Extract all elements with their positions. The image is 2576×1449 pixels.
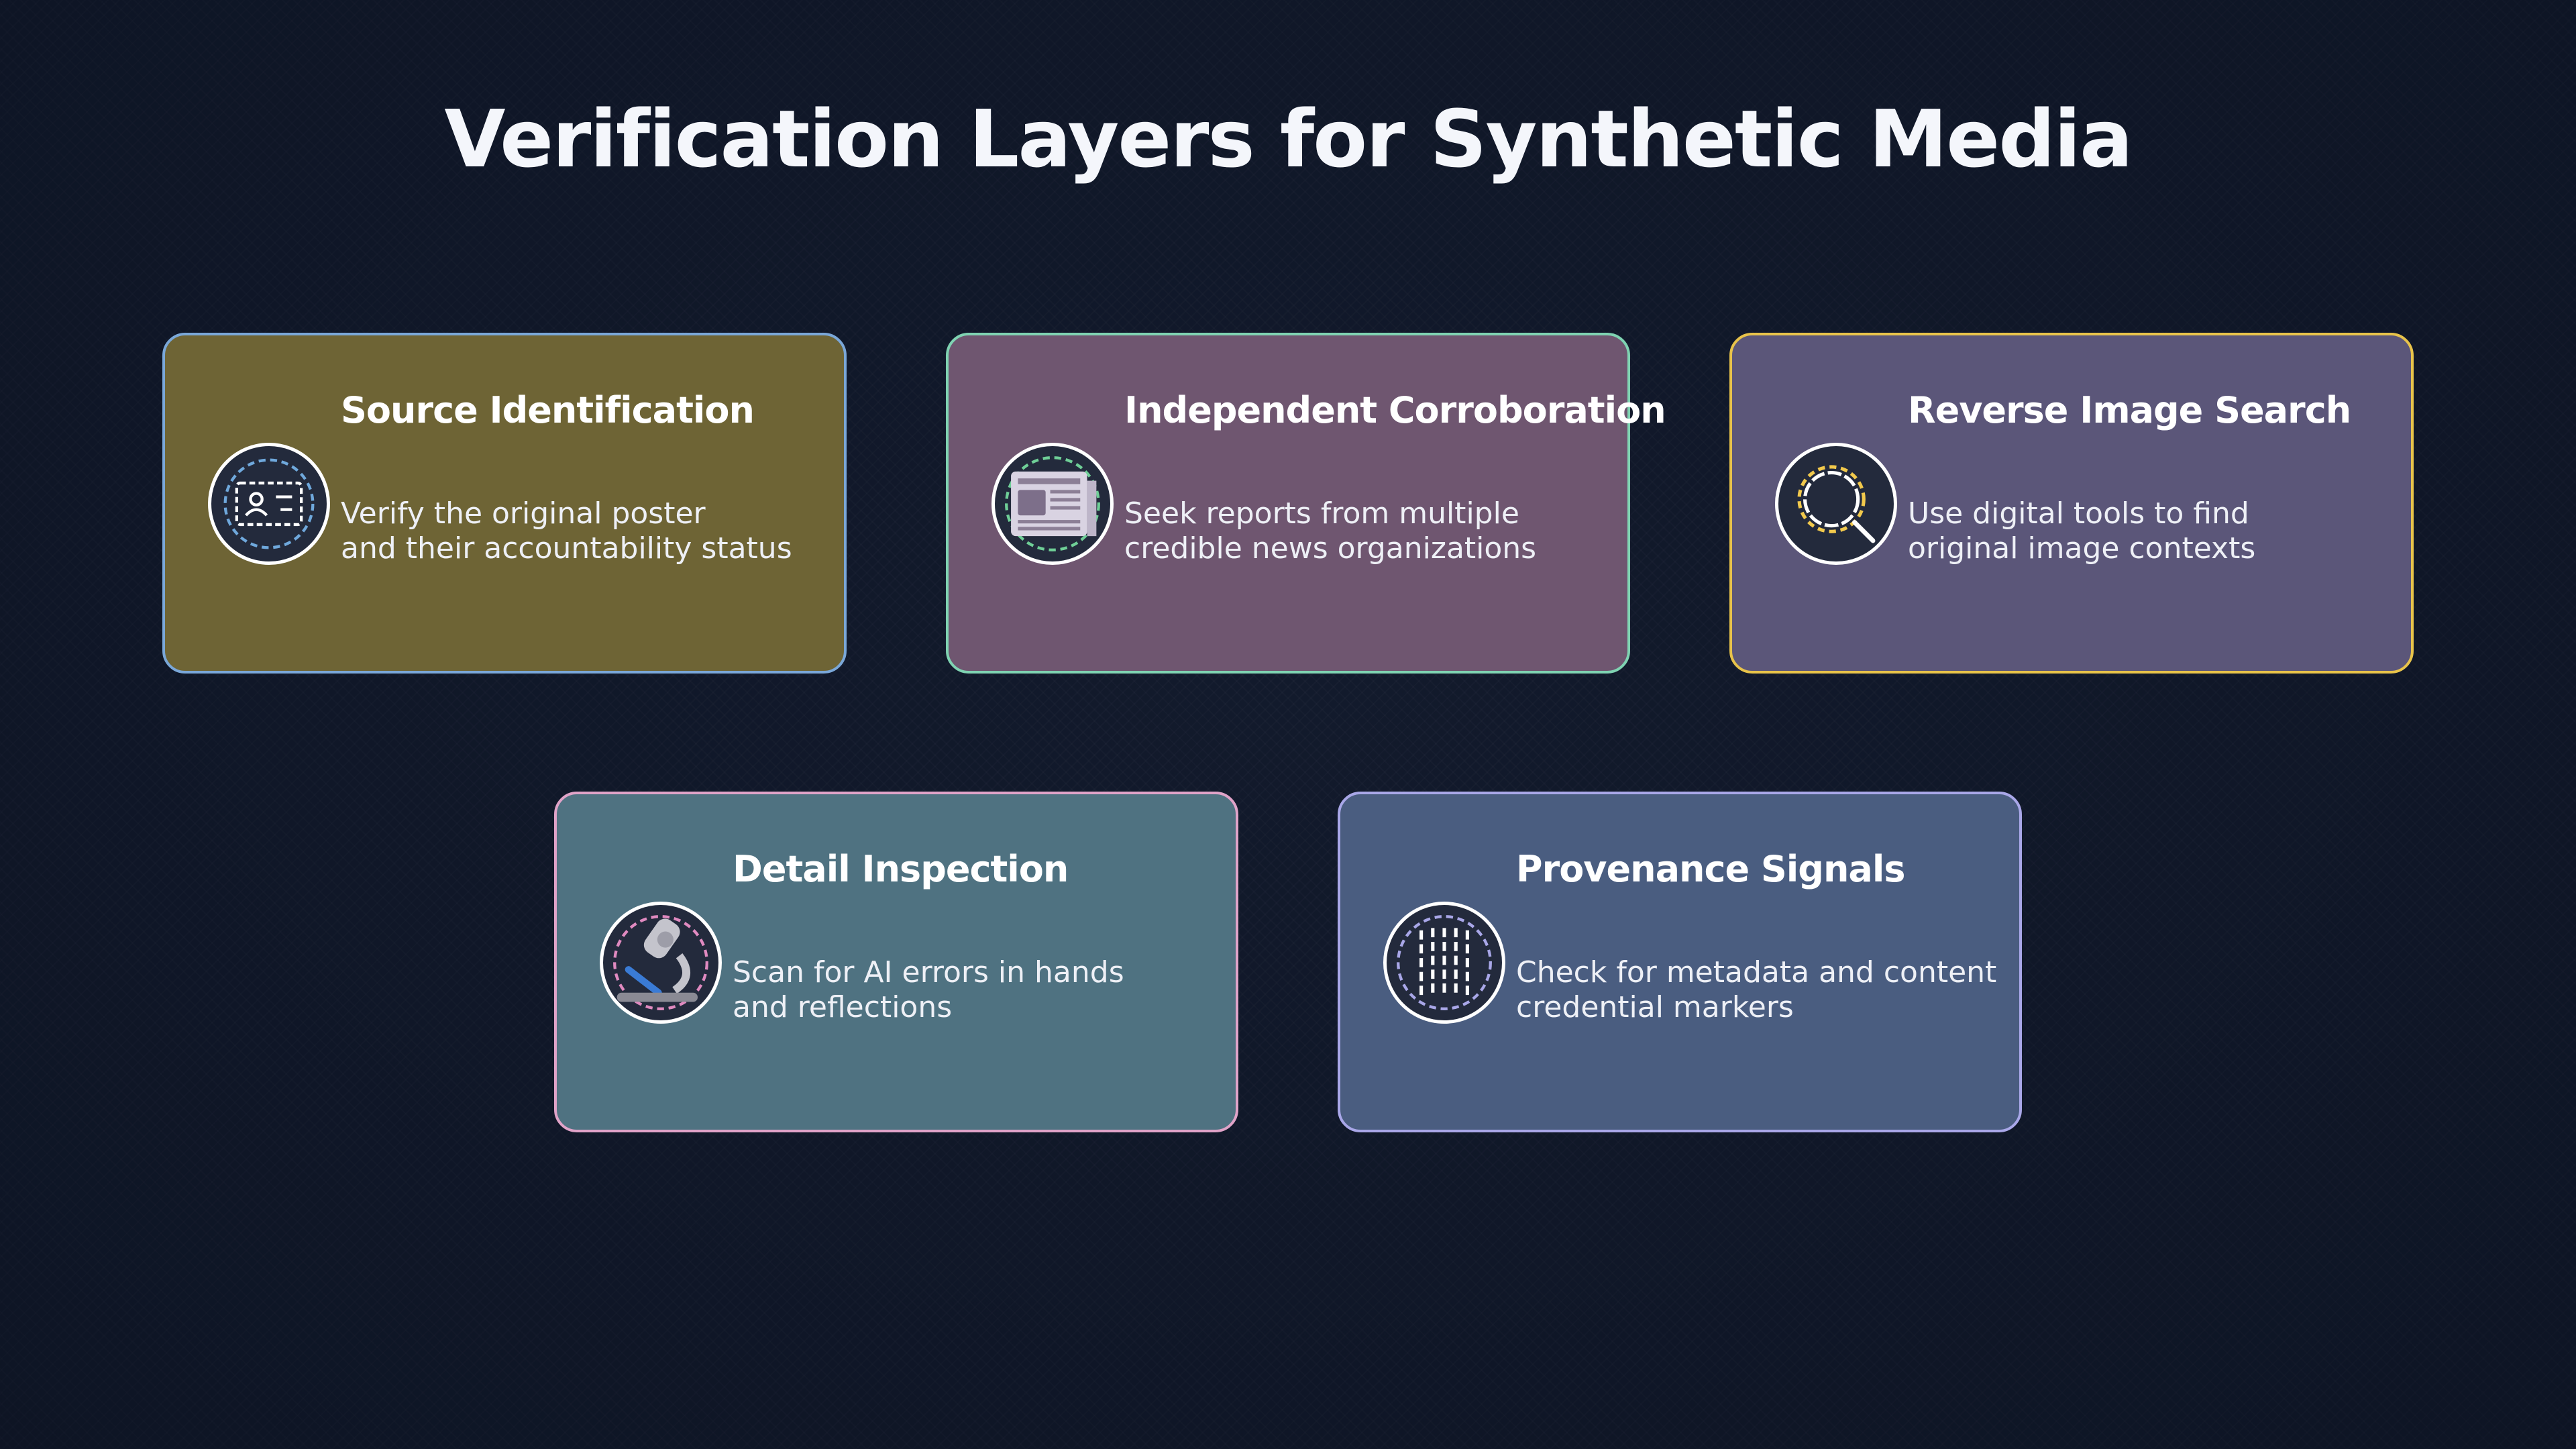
card-description: Seek reports from multiple credible news… (1124, 496, 1537, 566)
card-description: Check for metadata and content credentia… (1516, 955, 1997, 1024)
card-source-identification: Source Identification Verify the origina… (162, 333, 847, 674)
card-description: Verify the original poster and their acc… (341, 496, 792, 566)
card-title: Independent Corroboration (1124, 389, 1666, 431)
id-card-icon (208, 443, 330, 565)
card-description: Scan for AI errors in hands and reflecti… (733, 955, 1124, 1024)
card-detail-inspection: Detail Inspection Scan for AI errors in … (554, 792, 1238, 1132)
newspaper-icon (991, 443, 1114, 565)
page-title: Verification Layers for Synthetic Media (444, 93, 2133, 185)
microscope-icon (600, 902, 722, 1024)
card-provenance-signals: Provenance Signals Check for metadata an… (1338, 792, 2022, 1132)
card-reverse-image-search: Reverse Image Search Use digital tools t… (1729, 333, 2414, 674)
card-title: Source Identification (341, 389, 755, 431)
card-title: Detail Inspection (733, 848, 1069, 890)
card-independent-corroboration: Independent Corroboration Seek reports f… (946, 333, 1666, 674)
magnifier-icon (1775, 443, 1897, 565)
barcode-icon (1383, 902, 1505, 1024)
card-description: Use digital tools to find original image… (1908, 496, 2256, 566)
card-title: Reverse Image Search (1908, 389, 2351, 431)
card-title: Provenance Signals (1516, 848, 1905, 890)
